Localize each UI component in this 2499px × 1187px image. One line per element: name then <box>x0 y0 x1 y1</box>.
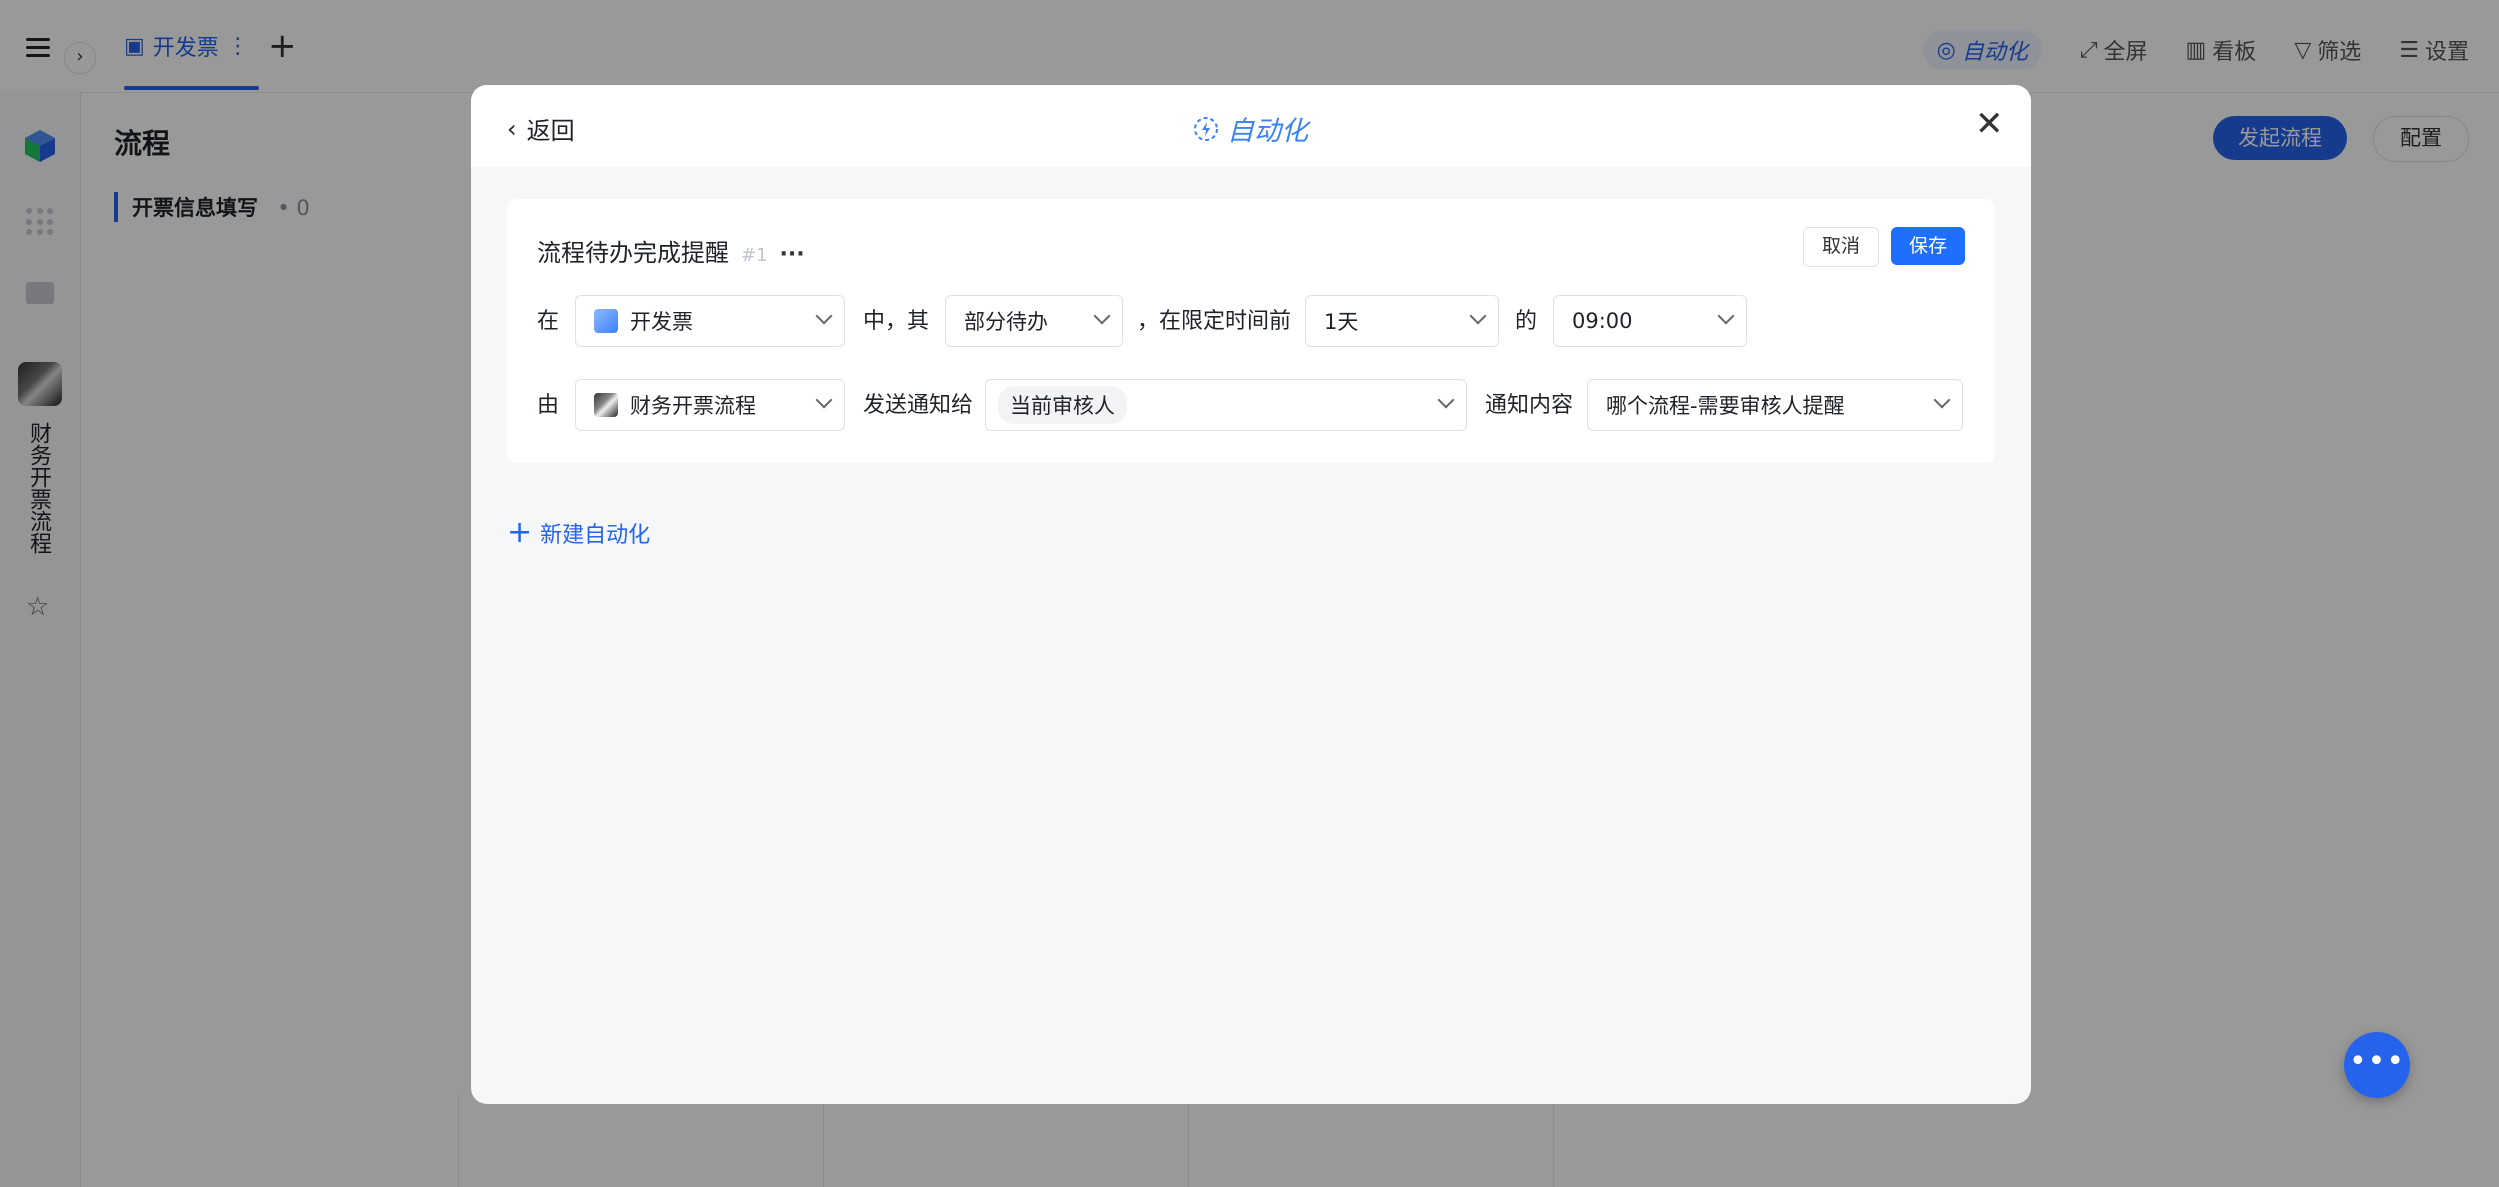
save-button[interactable]: 保存 <box>1891 227 1965 265</box>
modal-header: ‹ 返回 自动化 ✕ <box>471 85 2031 167</box>
label-content: 通知内容 <box>1485 393 1574 418</box>
label-send: 发送通知给 <box>863 393 974 418</box>
form-icon <box>594 309 618 333</box>
rule-index: #1 <box>741 245 768 266</box>
chevron-down-icon <box>1093 307 1111 325</box>
label-of: 的 <box>1515 309 1538 334</box>
time-select[interactable]: 09:00 <box>1553 295 1747 347</box>
cancel-button[interactable]: 取消 <box>1803 227 1879 267</box>
label-before: ，在限定时间前 <box>1137 309 1292 334</box>
more-icon[interactable]: ··· <box>780 242 805 267</box>
chevron-down-icon <box>815 391 833 409</box>
automation-modal: ‹ 返回 自动化 ✕ 流程待办完成提醒 #1 ··· 取消 保存 在 开发票 中… <box>471 85 2031 1104</box>
chevron-down-icon <box>815 307 833 325</box>
chevron-down-icon <box>1469 307 1487 325</box>
label-in: 在 <box>537 309 560 334</box>
label-by: 由 <box>537 393 560 418</box>
rule-header: 流程待办完成提醒 #1 ··· <box>537 233 805 268</box>
chevron-down-icon <box>1933 391 1951 409</box>
plus-icon: + <box>507 515 533 550</box>
status-select[interactable]: 部分待办 <box>945 295 1123 347</box>
chevron-down-icon <box>1717 307 1735 325</box>
form-select[interactable]: 开发票 <box>575 295 845 347</box>
automation-icon <box>1194 116 1218 141</box>
back-label: 返回 <box>526 117 575 145</box>
duration-select[interactable]: 1天 <box>1305 295 1499 347</box>
modal-title: 自动化 <box>1193 109 1308 148</box>
chevron-left-icon: ‹ <box>507 114 517 143</box>
close-icon[interactable]: ✕ <box>1975 107 2004 141</box>
new-automation-button[interactable]: + 新建自动化 <box>507 517 650 549</box>
chevron-down-icon <box>1437 391 1455 409</box>
automation-rule-card: 流程待办完成提醒 #1 ··· 取消 保存 在 开发票 中，其 部分待办 ，在限… <box>507 199 1995 463</box>
chat-fab-button[interactable]: ••• <box>2344 1032 2410 1098</box>
recipient-select[interactable]: 当前审核人 <box>985 379 1467 431</box>
label-mid: 中，其 <box>863 309 930 334</box>
rule-name[interactable]: 流程待办完成提醒 <box>537 233 729 268</box>
process-avatar <box>594 393 618 417</box>
back-button[interactable]: ‹ 返回 <box>507 111 575 146</box>
process-select[interactable]: 财务开票流程 <box>575 379 845 431</box>
recipient-tag[interactable]: 当前审核人 <box>998 386 1127 424</box>
content-select[interactable]: 哪个流程-需要审核人提醒 <box>1587 379 1963 431</box>
